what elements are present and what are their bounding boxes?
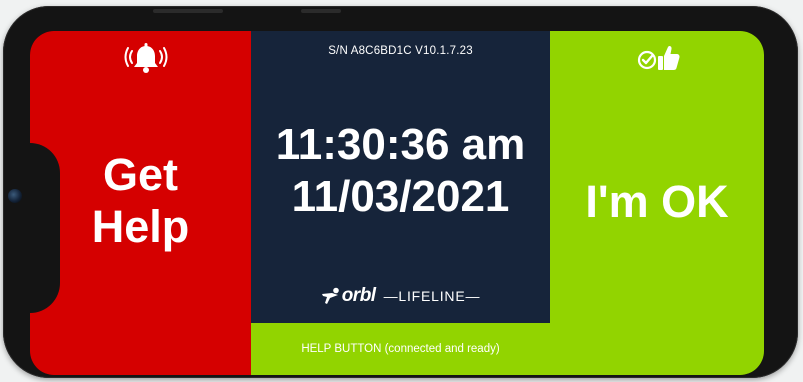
clock-time: 11:30:36 am	[275, 120, 526, 169]
get-help-button[interactable]: Get Help	[30, 31, 251, 375]
serial-version: S/N A8C6BD1C V10.1.7.23	[328, 45, 473, 57]
phone-frame: Get Help S/N A8C6BD1C V10.1.7.23 11:30:3…	[3, 6, 798, 378]
im-ok-label: I'm OK	[585, 176, 729, 227]
check-thumbs-up-icon	[637, 45, 680, 70]
orbl-logo-icon	[321, 287, 339, 304]
get-help-label-line1: Get	[102, 149, 178, 200]
status-panel: S/N A8C6BD1C V10.1.7.23 11:30:36 am 11/0…	[251, 31, 550, 375]
brand-logo-row: orbl —LIFELINE—	[251, 284, 550, 308]
brand-name: orbl	[341, 285, 376, 306]
display-notch	[30, 143, 60, 313]
front-camera	[8, 189, 22, 203]
get-help-label-line2: Help	[91, 201, 190, 252]
im-ok-button[interactable]: I'm OK	[550, 31, 764, 375]
brand-product: —LIFELINE—	[383, 288, 481, 304]
alarm-bell-icon	[124, 43, 168, 73]
get-help-label: Get Help	[30, 149, 251, 253]
screen: Get Help S/N A8C6BD1C V10.1.7.23 11:30:3…	[30, 31, 764, 375]
connection-status-text: HELP BUTTON (connected and ready)	[301, 343, 500, 355]
connection-status-bar: HELP BUTTON (connected and ready)	[251, 323, 550, 375]
clock-date: 11/03/2021	[291, 172, 510, 221]
power-button	[301, 9, 341, 13]
volume-button	[153, 9, 223, 13]
